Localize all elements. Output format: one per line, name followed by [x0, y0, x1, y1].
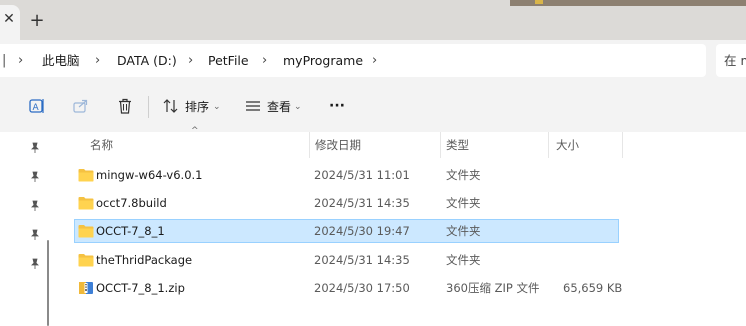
column-header-name[interactable]: 名称	[90, 136, 113, 154]
breadcrumb-chevron-icon[interactable]: ›	[372, 51, 377, 71]
column-divider[interactable]	[548, 132, 549, 158]
view-button[interactable]: 查看	[267, 98, 291, 116]
breadcrumb-chevron-icon[interactable]: ›	[95, 51, 100, 71]
pin-icon[interactable]	[29, 171, 41, 183]
pin-icon[interactable]	[29, 258, 41, 270]
delete-icon[interactable]	[115, 96, 135, 116]
file-type: 文件夹	[446, 253, 481, 267]
file-name: theThridPackage	[96, 253, 193, 267]
folder-icon	[78, 254, 94, 267]
command-bar	[0, 82, 746, 132]
breadcrumb-chevron-icon[interactable]: ›	[188, 51, 193, 71]
file-row[interactable]: mingw-w64-v6.0.1 2024/5/31 11:01 文件夹	[74, 163, 619, 187]
file-name: mingw-w64-v6.0.1	[96, 168, 203, 182]
file-row-selected[interactable]: OCCT-7_8_1 2024/5/30 19:47 文件夹	[74, 219, 619, 243]
file-date: 2024/5/30 17:50	[314, 281, 410, 295]
rename-icon[interactable]: A	[27, 96, 47, 116]
column-header-size[interactable]: 大小	[556, 136, 579, 154]
file-date: 2024/5/31 14:35	[314, 196, 410, 210]
breadcrumb-edge: |	[2, 53, 7, 68]
search-placeholder: 在 m	[724, 53, 746, 68]
toolbar-separator	[148, 96, 149, 118]
file-date: 2024/5/30 19:47	[314, 224, 410, 238]
folder-icon	[78, 197, 94, 210]
background-window-peek	[510, 0, 746, 6]
navigation-scrollbar[interactable]	[47, 240, 49, 326]
more-options-button[interactable]: ···	[329, 97, 345, 115]
svg-text:A: A	[33, 103, 40, 113]
column-divider[interactable]	[440, 132, 441, 158]
breadcrumb-item-this-pc[interactable]: 此电脑	[42, 51, 80, 71]
folder-icon	[78, 169, 94, 182]
file-type: 文件夹	[446, 224, 481, 238]
file-type: 文件夹	[446, 196, 481, 210]
file-size: 65,659 KB	[563, 281, 623, 295]
file-name: OCCT-7_8_1	[96, 224, 165, 238]
tab-close-icon[interactable]: ✕	[2, 11, 16, 27]
file-name: OCCT-7_8_1.zip	[96, 281, 185, 295]
sort-ascending-icon: ^	[191, 126, 199, 136]
column-divider[interactable]	[622, 132, 623, 158]
breadcrumb-item-data-drive[interactable]: DATA (D:)	[117, 51, 177, 71]
file-type: 360压缩 ZIP 文件	[446, 281, 540, 295]
pin-icon[interactable]	[29, 229, 41, 241]
breadcrumb-item-petfile[interactable]: PetFile	[208, 51, 249, 71]
chevron-down-icon[interactable]: ⌄	[294, 98, 302, 116]
tab-strip	[0, 0, 746, 40]
file-date: 2024/5/31 11:01	[314, 168, 410, 182]
column-header-type[interactable]: 类型	[446, 136, 469, 154]
file-type: 文件夹	[446, 168, 481, 182]
file-name: occt7.8build	[96, 196, 167, 210]
breadcrumb-chevron-icon[interactable]: ›	[18, 51, 23, 71]
background-window-peek-accent	[535, 0, 543, 4]
sort-button[interactable]: 排序	[185, 98, 209, 116]
file-row[interactable]: OCCT-7_8_1.zip 2024/5/30 17:50 360压缩 ZIP…	[74, 276, 623, 300]
view-icon[interactable]	[243, 96, 263, 116]
folder-icon	[78, 225, 94, 238]
new-tab-button[interactable]: +	[28, 12, 46, 31]
file-date: 2024/5/31 14:35	[314, 253, 410, 267]
chevron-down-icon[interactable]: ⌄	[213, 98, 221, 116]
column-divider[interactable]	[309, 132, 310, 158]
file-row[interactable]: occt7.8build 2024/5/31 14:35 文件夹	[74, 191, 619, 215]
file-row[interactable]: theThridPackage 2024/5/31 14:35 文件夹	[74, 248, 619, 272]
pin-icon[interactable]	[29, 200, 41, 212]
breadcrumb-chevron-icon[interactable]: ›	[262, 51, 267, 71]
zip-archive-icon	[79, 282, 93, 294]
breadcrumb-item-myprograme[interactable]: myPrograme	[283, 51, 363, 71]
pin-icon[interactable]	[29, 142, 41, 154]
sort-icon[interactable]	[161, 96, 181, 116]
share-icon[interactable]	[71, 96, 91, 116]
column-header-date[interactable]: 修改日期	[315, 136, 361, 154]
